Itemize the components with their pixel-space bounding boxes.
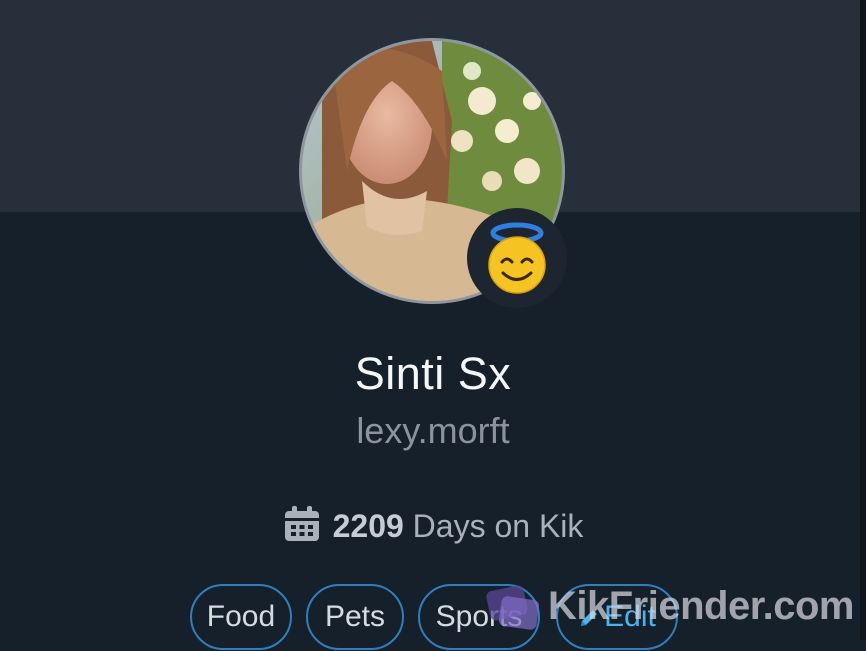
edit-label: Edit [604,600,656,633]
interest-chip-label: Sports [435,600,523,633]
interest-chip-sports[interactable]: Sports [418,584,540,650]
calendar-icon [283,505,321,551]
pencil-icon [578,589,600,651]
username: lexy.morft [356,410,510,451]
interest-chip-pets[interactable]: Pets [306,584,404,650]
interest-chip-food[interactable]: Food [190,584,292,650]
status-emoji-badge[interactable] [467,208,567,308]
days-label: Days on Kik [403,508,584,544]
halo-emoji-icon [488,222,546,294]
interest-chip-label: Food [206,600,276,633]
edit-interests-button[interactable]: Edit [556,584,678,650]
display-name: Sinti Sx [354,348,512,399]
days-on-kik: 2209 Days on Kik [0,505,866,551]
interest-chip-label: Pets [324,600,386,633]
days-count: 2209 [332,508,404,544]
